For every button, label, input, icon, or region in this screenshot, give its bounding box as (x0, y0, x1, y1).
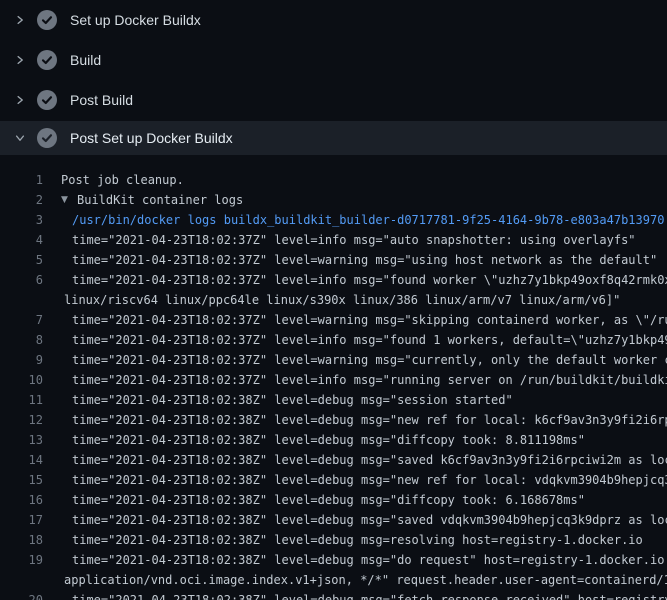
line-number-link[interactable]: 3 (0, 210, 43, 230)
line-number-link[interactable]: 12 (0, 410, 43, 430)
check-circle-icon (37, 10, 57, 30)
log-text: time="2021-04-23T18:02:37Z" level=warnin… (43, 310, 667, 330)
line-number-link[interactable]: 15 (0, 470, 43, 490)
log-text: time="2021-04-23T18:02:37Z" level=info m… (43, 270, 667, 290)
log-text: BuildKit container logs (77, 190, 243, 210)
step-post-set-up-docker-buildx[interactable]: Post Set up Docker Buildx (0, 121, 667, 155)
line-number-link[interactable]: 2 (0, 190, 43, 210)
log-line: 11 time="2021-04-23T18:02:38Z" level=deb… (0, 390, 667, 410)
line-number-link[interactable]: 19 (0, 550, 43, 570)
log-text: application/vnd.oci.image.index.v1+json,… (43, 570, 667, 590)
step-set-up-docker-buildx[interactable]: Set up Docker Buildx (0, 0, 667, 40)
line-number-link[interactable]: 10 (0, 370, 43, 390)
log-line: 16 time="2021-04-23T18:02:38Z" level=deb… (0, 490, 667, 510)
log-line: 18 time="2021-04-23T18:02:38Z" level=deb… (0, 530, 667, 550)
log-text: time="2021-04-23T18:02:38Z" level=debug … (43, 390, 513, 410)
line-number-link (0, 570, 43, 590)
disclosure-triangle-icon: ▼ (61, 190, 77, 210)
step-title: Set up Docker Buildx (70, 12, 201, 28)
line-number-link[interactable]: 6 (0, 270, 43, 290)
log-text: linux/riscv64 linux/ppc64le linux/s390x … (43, 290, 620, 310)
line-number-link[interactable]: 17 (0, 510, 43, 530)
line-number-link[interactable]: 11 (0, 390, 43, 410)
log-text: time="2021-04-23T18:02:37Z" level=info m… (43, 330, 667, 350)
log-line: 4 time="2021-04-23T18:02:37Z" level=info… (0, 230, 667, 250)
log-line: 8 time="2021-04-23T18:02:37Z" level=info… (0, 330, 667, 350)
chevron-right-icon (12, 54, 28, 66)
line-number-link[interactable]: 9 (0, 350, 43, 370)
log-text: time="2021-04-23T18:02:37Z" level=info m… (43, 230, 636, 250)
log-line: linux/riscv64 linux/ppc64le linux/s390x … (0, 290, 667, 310)
log-text: time="2021-04-23T18:02:38Z" level=debug … (43, 590, 667, 600)
line-number-link[interactable]: 14 (0, 450, 43, 470)
log-text: time="2021-04-23T18:02:38Z" level=debug … (43, 410, 667, 430)
log-line: 12 time="2021-04-23T18:02:38Z" level=deb… (0, 410, 667, 430)
log-line: 20 time="2021-04-23T18:02:38Z" level=deb… (0, 590, 667, 600)
actions-log-viewer: Set up Docker Buildx Build Post Build Po… (0, 0, 667, 600)
log-text: time="2021-04-23T18:02:37Z" level=warnin… (43, 250, 657, 270)
log-line: 15 time="2021-04-23T18:02:38Z" level=deb… (0, 470, 667, 490)
line-number-link[interactable]: 4 (0, 230, 43, 250)
log-line: 5 time="2021-04-23T18:02:37Z" level=warn… (0, 250, 667, 270)
line-number-link[interactable]: 18 (0, 530, 43, 550)
log-text: time="2021-04-23T18:02:38Z" level=debug … (43, 530, 643, 550)
line-number-link[interactable]: 16 (0, 490, 43, 510)
log-line: 10 time="2021-04-23T18:02:37Z" level=inf… (0, 370, 667, 390)
log-line: application/vnd.oci.image.index.v1+json,… (0, 570, 667, 590)
line-number-link (0, 290, 43, 310)
line-number-link[interactable]: 8 (0, 330, 43, 350)
log-text: time="2021-04-23T18:02:38Z" level=debug … (43, 490, 585, 510)
chevron-down-icon (12, 132, 28, 144)
log-text: time="2021-04-23T18:02:38Z" level=debug … (43, 470, 667, 490)
step-title: Post Build (70, 92, 133, 108)
line-number-link[interactable]: 5 (0, 250, 43, 270)
log-line: 17 time="2021-04-23T18:02:38Z" level=deb… (0, 510, 667, 530)
log-line: 9 time="2021-04-23T18:02:37Z" level=warn… (0, 350, 667, 370)
line-number-link[interactable]: 13 (0, 430, 43, 450)
step-post-build[interactable]: Post Build (0, 80, 667, 120)
log-area: 1 Post job cleanup. 2 ▼ BuildKit contain… (0, 170, 667, 600)
log-line: 13 time="2021-04-23T18:02:38Z" level=deb… (0, 430, 667, 450)
step-build[interactable]: Build (0, 40, 667, 80)
check-circle-icon (37, 90, 57, 110)
line-number-link[interactable]: 20 (0, 590, 43, 600)
log-text: time="2021-04-23T18:02:38Z" level=debug … (43, 450, 667, 470)
line-number-link[interactable]: 7 (0, 310, 43, 330)
log-text: time="2021-04-23T18:02:37Z" level=warnin… (43, 350, 667, 370)
chevron-right-icon (12, 94, 28, 106)
log-line: 3 /usr/bin/docker logs buildx_buildkit_b… (0, 210, 667, 230)
log-text: time="2021-04-23T18:02:38Z" level=debug … (43, 510, 667, 530)
log-group-toggle[interactable]: 2 ▼ BuildKit container logs (0, 190, 667, 210)
log-line: 7 time="2021-04-23T18:02:37Z" level=warn… (0, 310, 667, 330)
log-text: /usr/bin/docker logs buildx_buildkit_bui… (43, 210, 664, 230)
check-circle-icon (37, 50, 57, 70)
check-circle-icon (37, 128, 57, 148)
log-line: 6 time="2021-04-23T18:02:37Z" level=info… (0, 270, 667, 290)
step-title: Post Set up Docker Buildx (70, 130, 233, 146)
chevron-right-icon (12, 14, 28, 26)
log-line: 1 Post job cleanup. (0, 170, 667, 190)
log-text: time="2021-04-23T18:02:37Z" level=info m… (43, 370, 667, 390)
step-title: Build (70, 52, 101, 68)
log-text: Post job cleanup. (43, 170, 184, 190)
line-number-link[interactable]: 1 (0, 170, 43, 190)
log-line: 14 time="2021-04-23T18:02:38Z" level=deb… (0, 450, 667, 470)
log-line: 19 time="2021-04-23T18:02:38Z" level=deb… (0, 550, 667, 570)
log-text: time="2021-04-23T18:02:38Z" level=debug … (43, 430, 585, 450)
log-text: time="2021-04-23T18:02:38Z" level=debug … (43, 550, 667, 570)
